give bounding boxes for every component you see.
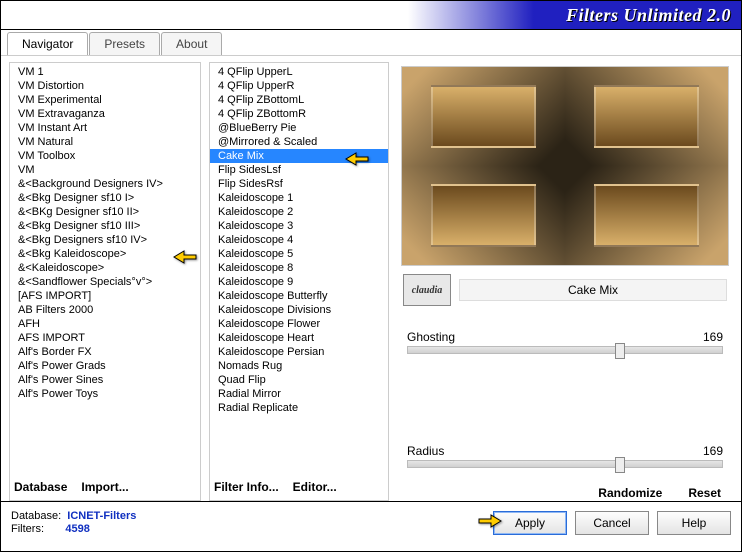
- tab-navigator[interactable]: Navigator: [7, 32, 88, 55]
- tab-strip: Navigator Presets About: [1, 30, 741, 55]
- list-item[interactable]: &<Bkg Designer sf10 III>: [10, 219, 200, 233]
- category-list[interactable]: VM 1VM DistortionVM ExperimentalVM Extra…: [10, 63, 200, 474]
- preview-image: [401, 66, 729, 266]
- filter-name-row: claudia Cake Mix: [397, 272, 733, 314]
- help-button[interactable]: Help: [657, 511, 731, 535]
- list-item[interactable]: @Mirrored & Scaled: [210, 135, 388, 149]
- list-item[interactable]: AFH: [10, 317, 200, 331]
- list-item[interactable]: Kaleidoscope 5: [210, 247, 388, 261]
- current-filter-label: Cake Mix: [459, 279, 727, 301]
- list-item[interactable]: VM Distortion: [10, 79, 200, 93]
- footer-bar: Database: ICNET-Filters Filters: 4598 Ap…: [1, 501, 741, 543]
- list-item[interactable]: Kaleidoscope 3: [210, 219, 388, 233]
- list-item[interactable]: Kaleidoscope Persian: [210, 345, 388, 359]
- list-item[interactable]: Kaleidoscope Flower: [210, 317, 388, 331]
- randomize-button[interactable]: Randomize: [598, 486, 662, 500]
- param-ghosting-row: Ghosting 169: [407, 330, 723, 344]
- watermark-badge: claudia: [403, 274, 451, 306]
- list-item[interactable]: VM: [10, 163, 200, 177]
- list-item[interactable]: VM Instant Art: [10, 121, 200, 135]
- apply-button[interactable]: Apply: [493, 511, 567, 535]
- list-item[interactable]: VM Experimental: [10, 93, 200, 107]
- list-item[interactable]: Quad Flip: [210, 373, 388, 387]
- radius-slider[interactable]: [407, 460, 723, 468]
- list-item[interactable]: VM 1: [10, 65, 200, 79]
- param-ghosting-value: 169: [703, 330, 723, 344]
- list-item[interactable]: 4 QFlip ZBottomR: [210, 107, 388, 121]
- list-item[interactable]: Radial Replicate: [210, 401, 388, 415]
- param-radius-value: 169: [703, 444, 723, 458]
- param-radius-label: Radius: [407, 444, 444, 458]
- filter-info-button[interactable]: Filter Info...: [214, 480, 279, 494]
- category-buttons: Database Import...: [10, 474, 200, 500]
- title-bar: Filters Unlimited 2.0: [1, 1, 741, 31]
- list-item[interactable]: Kaleidoscope Heart: [210, 331, 388, 345]
- list-item[interactable]: Kaleidoscope 1: [210, 191, 388, 205]
- preview-column: claudia Cake Mix Ghosting 169 Radius 169…: [397, 62, 733, 501]
- category-column: VM 1VM DistortionVM ExperimentalVM Extra…: [9, 62, 201, 501]
- list-item[interactable]: VM Extravaganza: [10, 107, 200, 121]
- list-item[interactable]: Nomads Rug: [210, 359, 388, 373]
- list-item[interactable]: &<Bkg Designer sf10 I>: [10, 191, 200, 205]
- list-item[interactable]: [AFS IMPORT]: [10, 289, 200, 303]
- tab-presets[interactable]: Presets: [89, 32, 160, 55]
- param-ghosting-label: Ghosting: [407, 330, 455, 344]
- import-button[interactable]: Import...: [81, 480, 128, 494]
- main-panel: VM 1VM DistortionVM ExperimentalVM Extra…: [1, 55, 741, 501]
- list-item[interactable]: 4 QFlip UpperL: [210, 65, 388, 79]
- list-item[interactable]: Flip SidesRsf: [210, 177, 388, 191]
- footer-info: Database: ICNET-Filters Filters: 4598: [11, 510, 136, 535]
- list-item[interactable]: Kaleidoscope 9: [210, 275, 388, 289]
- list-item[interactable]: Kaleidoscope Butterfly: [210, 289, 388, 303]
- database-button[interactable]: Database: [14, 480, 67, 494]
- dialog-buttons: Apply Cancel Help: [493, 511, 731, 535]
- list-item[interactable]: Alf's Power Grads: [10, 359, 200, 373]
- randomize-reset-row: Randomize Reset: [397, 472, 733, 500]
- reset-button[interactable]: Reset: [688, 486, 721, 500]
- param-radius-row: Radius 169: [407, 444, 723, 458]
- list-item[interactable]: VM Natural: [10, 135, 200, 149]
- list-item[interactable]: &<BKg Designer sf10 II>: [10, 205, 200, 219]
- cancel-button[interactable]: Cancel: [575, 511, 649, 535]
- list-item[interactable]: VM Toolbox: [10, 149, 200, 163]
- list-item[interactable]: &<Sandflower Specials°v°>: [10, 275, 200, 289]
- parameters-panel: Ghosting 169 Radius 169: [397, 314, 733, 472]
- list-item[interactable]: 4 QFlip ZBottomL: [210, 93, 388, 107]
- list-item[interactable]: &<Kaleidoscope>: [10, 261, 200, 275]
- list-item[interactable]: Alf's Power Sines: [10, 373, 200, 387]
- list-item[interactable]: Alf's Border FX: [10, 345, 200, 359]
- list-item[interactable]: Kaleidoscope 8: [210, 261, 388, 275]
- list-item[interactable]: Flip SidesLsf: [210, 163, 388, 177]
- list-item[interactable]: Kaleidoscope Divisions: [210, 303, 388, 317]
- list-item[interactable]: Kaleidoscope 4: [210, 233, 388, 247]
- list-item[interactable]: 4 QFlip UpperR: [210, 79, 388, 93]
- list-item[interactable]: &<Bkg Designers sf10 IV>: [10, 233, 200, 247]
- tab-about[interactable]: About: [161, 32, 222, 55]
- ghosting-slider[interactable]: [407, 346, 723, 354]
- filter-column: 4 QFlip UpperL4 QFlip UpperR4 QFlip ZBot…: [209, 62, 389, 501]
- list-item[interactable]: Cake Mix: [210, 149, 388, 163]
- list-item[interactable]: Kaleidoscope 2: [210, 205, 388, 219]
- list-item[interactable]: @BlueBerry Pie: [210, 121, 388, 135]
- list-item[interactable]: &<Bkg Kaleidoscope>: [10, 247, 200, 261]
- filter-list[interactable]: 4 QFlip UpperL4 QFlip UpperR4 QFlip ZBot…: [210, 63, 388, 474]
- editor-button[interactable]: Editor...: [293, 480, 337, 494]
- list-item[interactable]: AB Filters 2000: [10, 303, 200, 317]
- footer-filters-label: Filters:: [11, 523, 44, 535]
- list-item[interactable]: AFS IMPORT: [10, 331, 200, 345]
- footer-db-value: ICNET-Filters: [67, 510, 136, 522]
- list-item[interactable]: &<Background Designers IV>: [10, 177, 200, 191]
- filter-buttons: Filter Info... Editor...: [210, 474, 388, 500]
- app-title: Filters Unlimited 2.0: [566, 5, 731, 26]
- footer-filters-value: 4598: [65, 523, 89, 535]
- footer-db-label: Database:: [11, 510, 61, 522]
- list-item[interactable]: Radial Mirror: [210, 387, 388, 401]
- list-item[interactable]: Alf's Power Toys: [10, 387, 200, 401]
